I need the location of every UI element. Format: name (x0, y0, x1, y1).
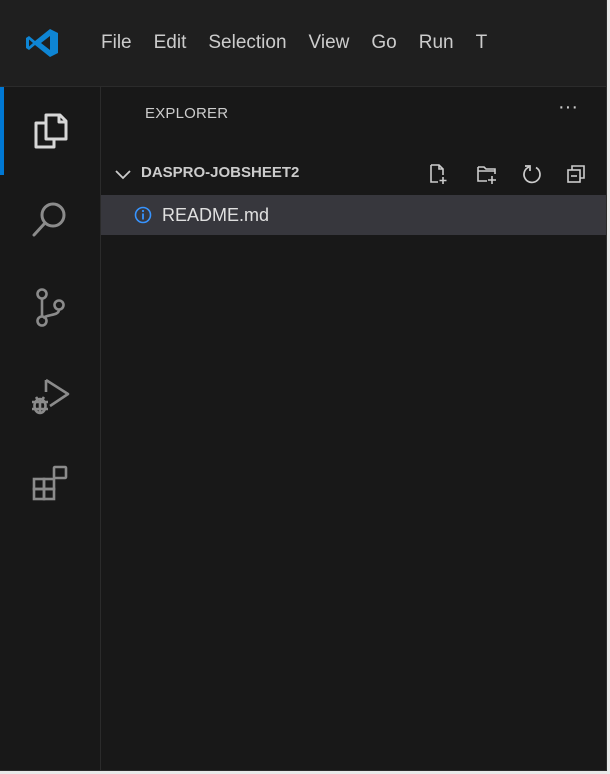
explorer-title: EXPLORER (145, 105, 229, 122)
menu-file[interactable]: File (90, 26, 143, 60)
chevron-down-icon[interactable] (113, 164, 133, 184)
file-item-readme[interactable]: README.md (101, 195, 606, 235)
activity-run-debug[interactable] (0, 351, 100, 439)
explorer-sidebar: EXPLORER ··· DASPRO-JOBSHEET2 README.md (101, 87, 606, 770)
refresh-button[interactable] (518, 160, 546, 188)
activity-search[interactable] (0, 175, 100, 263)
vscode-window: File Edit Selection View Go Run T EXPLOR… (0, 0, 607, 771)
refresh-icon (523, 165, 541, 184)
new-file-button[interactable] (424, 160, 452, 188)
menu-terminal-truncated[interactable]: T (465, 26, 499, 60)
collapse-all-icon (567, 165, 585, 183)
menu-selection[interactable]: Selection (197, 26, 297, 60)
menu-edit[interactable]: Edit (143, 26, 198, 60)
activity-source-control[interactable] (0, 263, 100, 351)
run-debug-icon (32, 378, 70, 415)
menu-view[interactable]: View (298, 26, 361, 60)
activity-bar (0, 87, 101, 770)
extensions-icon (32, 465, 68, 501)
new-folder-button[interactable] (473, 160, 501, 188)
workspace-folder-header[interactable]: DASPRO-JOBSHEET2 (101, 157, 606, 191)
explorer-icon (34, 113, 68, 149)
menu-bar: File Edit Selection View Go Run T (90, 0, 498, 86)
source-control-icon (36, 288, 65, 327)
menu-run[interactable]: Run (408, 26, 465, 60)
title-bar: File Edit Selection View Go Run T (0, 0, 606, 87)
menu-go[interactable]: Go (360, 26, 407, 60)
vscode-logo-icon[interactable] (24, 27, 60, 59)
activity-explorer[interactable] (0, 87, 100, 175)
activity-extensions[interactable] (0, 439, 100, 527)
explorer-header: EXPLORER ··· (101, 87, 606, 145)
file-name: README.md (162, 205, 270, 225)
collapse-all-button[interactable] (562, 160, 590, 188)
info-icon (134, 206, 152, 224)
more-actions-button[interactable]: ··· (553, 95, 583, 125)
new-folder-icon (477, 166, 496, 184)
new-file-icon (430, 164, 447, 184)
search-icon (32, 202, 66, 237)
workspace-folder-name: DASPRO-JOBSHEET2 (141, 164, 300, 181)
